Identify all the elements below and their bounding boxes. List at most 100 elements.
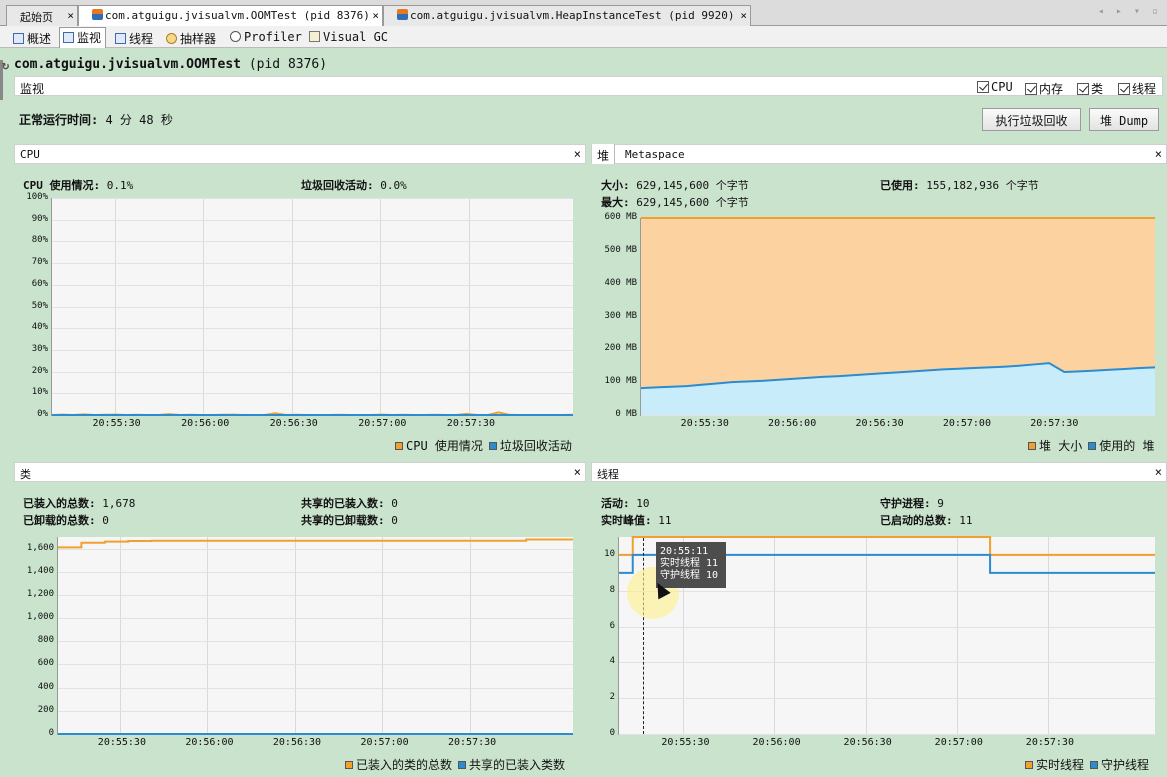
y-tick-label: 600 MB (604, 212, 637, 222)
tab-heap[interactable]: 堆 (592, 144, 616, 164)
checkbox-checked-icon (1077, 83, 1089, 95)
refresh-icon: ↻ (2, 58, 10, 72)
legend-swatch (345, 761, 353, 769)
close-icon[interactable]: × (1155, 147, 1162, 161)
y-tick-label: 100% (26, 192, 48, 202)
tab-oomtest[interactable]: com.atguigu.jvisualvm.OOMTest (pid 8376)… (78, 5, 383, 27)
tab-heapinstancetest[interactable]: com.atguigu.jvisualvm.HeapInstanceTest (… (383, 5, 751, 26)
subtab-threads[interactable]: 线程 (112, 29, 157, 46)
y-tick-label: 6 (609, 620, 615, 631)
tab-navigation-arrows[interactable]: ◂ ▸ ▾ ▫ (1098, 6, 1161, 17)
subtab-overview[interactable]: 概述 (10, 29, 55, 46)
heap-size-stat: 大小: 629,145,600 个字节 (601, 179, 749, 192)
heap-dump-button[interactable]: 堆 Dump (1089, 108, 1159, 131)
x-tick-label: 20:57:30 (1030, 418, 1079, 429)
classes-panel-header: 类 × (14, 462, 586, 482)
subtab-visual-gc[interactable]: Visual GC (306, 29, 392, 46)
tab-start-page[interactable]: 起始页 × (6, 5, 78, 26)
y-tick-label: 90% (31, 213, 48, 224)
x-tick-label: 20:57:00 (942, 418, 991, 429)
daemon-threads-stat: 守护进程: 9 (880, 497, 944, 510)
x-tick-label: 20:57:30 (446, 418, 495, 429)
legend-swatch (395, 442, 403, 450)
page-title: ↻ com.atguigu.jvisualvm.OOMTest (pid 837… (2, 57, 328, 72)
checkbox-checked-icon (1118, 83, 1130, 95)
y-tick-label: 0 MB (615, 409, 637, 419)
checkbox-checked-icon (977, 81, 989, 93)
heap-chart: 600 MB 500 MB 400 MB 300 MB 200 MB 100 MB 0 MB… (604, 212, 1156, 429)
subtab-profiler[interactable]: Profiler (227, 29, 306, 46)
checkbox-classes[interactable]: 类 (1077, 80, 1103, 97)
threads-chart-legend: 实时线程 守护线程 (1019, 756, 1149, 773)
x-tick-label: 20:56:30 (843, 737, 892, 748)
close-icon[interactable]: × (1155, 465, 1162, 479)
profiler-icon (230, 31, 241, 42)
document-tab-bar: 起始页 × com.atguigu.jvisualvm.OOMTest (pid… (0, 0, 1167, 27)
x-tick-label: 20:55:30 (680, 418, 729, 429)
monitor-header-bar: 监视 CPU 内存 类 线程 (14, 76, 1163, 96)
x-tick-label: 20:55:30 (92, 418, 141, 429)
y-tick-label: 300 MB (604, 310, 637, 321)
checkbox-memory[interactable]: 内存 (1025, 80, 1063, 97)
y-tick-label: 1,400 (26, 565, 54, 576)
cpu-panel-header: CPU × (14, 144, 586, 164)
close-icon[interactable]: × (740, 9, 747, 22)
y-tick-label: 30% (31, 343, 48, 354)
x-tick-label: 20:57:00 (358, 418, 407, 429)
y-tick-label: 60% (31, 278, 48, 289)
subtab-sampler[interactable]: 抽样器 (163, 29, 220, 46)
unloaded-total-stat: 已卸载的总数: 0 (23, 514, 109, 527)
y-tick-label: 200 MB (604, 343, 637, 354)
y-tick-label: 2 (609, 692, 615, 703)
y-tick-label: 4 (609, 656, 615, 667)
y-tick-label: 500 MB (604, 244, 637, 255)
uptime: 正常运行时间: 4 分 48 秒 (19, 113, 173, 127)
x-tick-label: 20:57:00 (934, 737, 983, 748)
y-tick-label: 0 (48, 728, 54, 738)
checkbox-checked-icon (1025, 83, 1037, 95)
y-tick-label: 8 (609, 584, 615, 595)
legend-swatch (488, 442, 497, 450)
close-icon[interactable]: × (574, 465, 581, 479)
legend-swatch (1028, 442, 1036, 450)
classes-chart-legend: 已装入的类的总数 共享的已装入类数 (339, 756, 565, 773)
close-icon[interactable]: × (372, 9, 379, 22)
x-tick-label: 20:57:30 (1025, 737, 1074, 748)
y-tick-label: 400 (37, 681, 54, 692)
perform-gc-button[interactable]: 执行垃圾回收 (982, 108, 1081, 131)
x-tick-label: 20:56:00 (185, 737, 234, 748)
y-tick-label: 10% (31, 387, 48, 398)
threads-panel-header: 线程 × (591, 462, 1167, 482)
legend-swatch (1088, 442, 1097, 450)
visualgc-icon (309, 31, 320, 42)
y-tick-label: 0 (609, 728, 615, 738)
x-tick-label: 20:57:30 (448, 737, 497, 748)
y-tick-label: 1,200 (26, 588, 54, 599)
x-tick-label: 20:56:30 (855, 418, 904, 429)
y-tick-label: 50% (31, 300, 48, 311)
heap-max-stat: 最大: 629,145,600 个字节 (601, 196, 749, 209)
java-icon (397, 9, 408, 20)
close-icon[interactable]: × (574, 147, 581, 161)
gc-activity-stat: 垃圾回收活动: 0.0% (301, 179, 407, 192)
tab-metaspace[interactable]: Metaspace (625, 148, 685, 161)
checkbox-cpu[interactable]: CPU (977, 80, 1013, 94)
view-subtab-bar: 概述 监视 线程 抽样器 Profiler Visual GC (0, 26, 1167, 48)
y-tick-label: 0% (37, 409, 48, 419)
heap-chart-legend: 堆 大小 使用的 堆 (1022, 437, 1154, 454)
grid-line (619, 734, 1155, 735)
chart-svg (51, 411, 574, 417)
y-tick-label: 40% (31, 322, 48, 333)
y-tick-label: 1,600 (26, 542, 54, 553)
cpu-usage-stat: CPU 使用情况: 0.1% (23, 179, 134, 192)
cpu-chart: 100% 90% 80% 70% 60% 50% 40% 30% 20% 10% 0% 20:55:3… (26, 192, 574, 429)
heap-panel-header: 堆 Metaspace × (591, 144, 1167, 164)
subtab-monitor[interactable]: 监视 (59, 27, 107, 48)
heap-used-stat: 已使用: 155,182,936 个字节 (880, 179, 1039, 192)
y-tick-label: 100 MB (604, 376, 637, 387)
checkbox-threads[interactable]: 线程 (1118, 80, 1156, 97)
series-line (58, 538, 573, 549)
x-tick-label: 20:55:30 (661, 737, 710, 748)
close-icon[interactable]: × (67, 9, 74, 22)
legend-swatch (1025, 761, 1033, 769)
